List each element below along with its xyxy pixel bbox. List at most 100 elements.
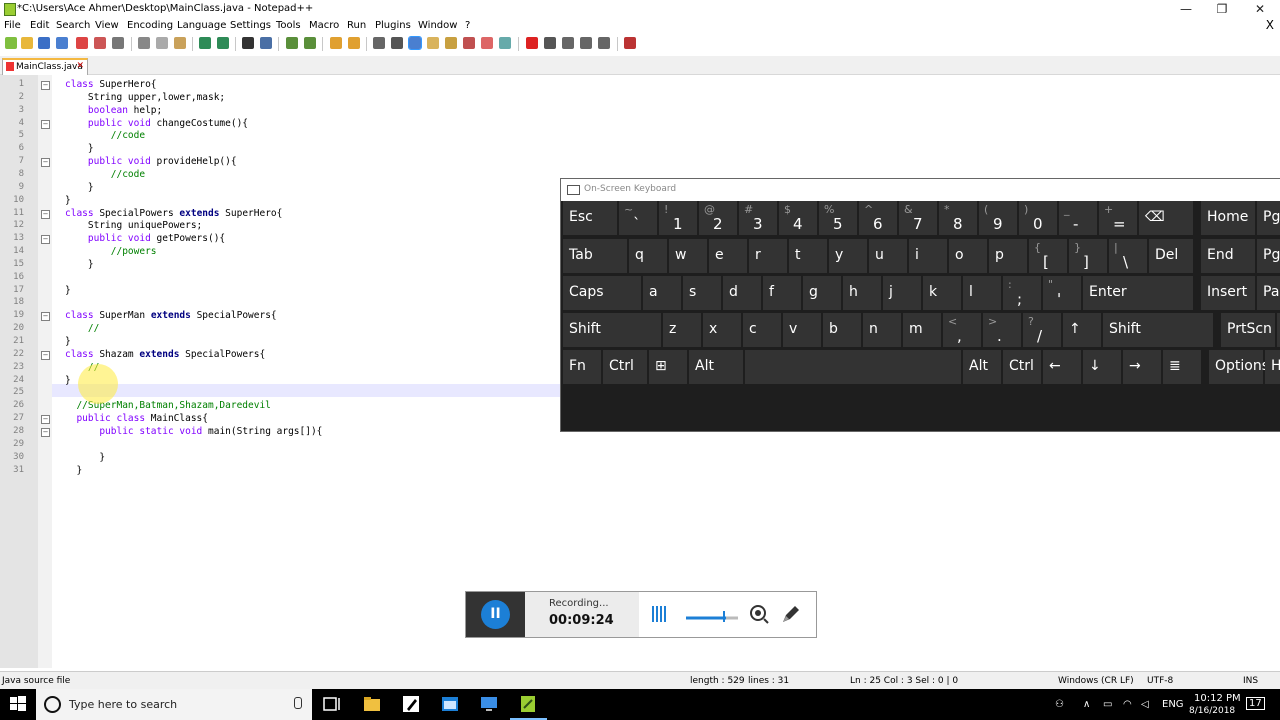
undo-icon[interactable] [199, 37, 211, 49]
key-v[interactable]: v [783, 313, 821, 347]
zoom-out-icon[interactable] [304, 37, 316, 49]
code-line[interactable]: String upper,lower,mask; [65, 92, 225, 103]
key-p[interactable]: p [989, 239, 1027, 273]
language-indicator[interactable]: ENG [1162, 699, 1184, 710]
new-file-icon[interactable] [5, 37, 17, 49]
menu-macro[interactable]: Macro [309, 20, 339, 31]
key-fn[interactable]: Fn [563, 350, 601, 384]
menu-language[interactable]: Language [177, 20, 226, 31]
key-pgdn[interactable]: PgDn [1257, 239, 1280, 273]
key-2[interactable]: @2 [699, 201, 737, 235]
key-end[interactable]: End [1201, 239, 1255, 273]
key-bksp[interactable]: ⌫ [1139, 201, 1193, 235]
key-1[interactable]: ! 1 [659, 201, 697, 235]
key-minus[interactable]: _ - [1059, 201, 1097, 235]
find-icon[interactable] [242, 37, 254, 49]
task-view-icon[interactable] [322, 694, 342, 714]
minimize-button[interactable]: — [1168, 0, 1204, 18]
key-period[interactable]: >. [983, 313, 1021, 347]
key-rbr[interactable]: }] [1069, 239, 1107, 273]
code-line[interactable]: public void provideHelp(){ [65, 156, 237, 167]
line-ending[interactable]: Windows (CR LF) [1058, 676, 1134, 686]
file-explorer-icon[interactable] [362, 694, 382, 714]
key-y[interactable]: y [829, 239, 867, 273]
document-map-icon[interactable] [427, 37, 439, 49]
fold-toggle-icon[interactable]: − [41, 235, 50, 245]
menu-edit[interactable]: Edit [30, 20, 49, 31]
key-j[interactable]: j [883, 276, 921, 310]
tray-chevron-icon[interactable]: ∧ [1083, 699, 1090, 710]
folder-as-workspace-icon[interactable] [463, 37, 475, 49]
key-r[interactable]: r [749, 239, 787, 273]
notepad-plus-plus-taskbar-icon[interactable] [518, 694, 538, 714]
key-bslash[interactable]: | \ [1109, 239, 1147, 273]
menu-encoding[interactable]: Encoding [127, 20, 173, 31]
preview-icon[interactable] [499, 37, 511, 49]
save-macro-icon[interactable] [598, 37, 610, 49]
menu-file[interactable]: File [4, 20, 21, 31]
menu-settings[interactable]: Settings [230, 20, 271, 31]
key-g[interactable]: g [803, 276, 841, 310]
key-lalt[interactable]: Alt [689, 350, 743, 384]
pen-icon[interactable] [780, 603, 802, 625]
key-comma[interactable]: <, [943, 313, 981, 347]
key-ralt[interactable]: Alt [963, 350, 1001, 384]
key-0[interactable]: ) 0 [1019, 201, 1057, 235]
indent-guide-icon[interactable] [408, 36, 422, 50]
playback-macro-icon[interactable] [562, 37, 574, 49]
key-c[interactable]: c [743, 313, 781, 347]
key-a[interactable]: a [643, 276, 681, 310]
volume-icon[interactable]: ◁ [1141, 699, 1149, 710]
microphone-icon[interactable] [294, 697, 302, 709]
key-semi[interactable]: :; [1003, 276, 1041, 310]
wifi-icon[interactable]: ◠ [1123, 699, 1132, 710]
fold-toggle-icon[interactable]: − [41, 158, 50, 168]
key-options[interactable]: Options [1209, 350, 1269, 384]
key-tab[interactable]: Tab [563, 239, 627, 273]
paste-icon[interactable] [174, 37, 186, 49]
fold-toggle-icon[interactable]: − [41, 209, 50, 219]
code-line[interactable]: String uniquePowers; [65, 220, 202, 231]
key-rctrl[interactable]: Ctrl [1003, 350, 1041, 384]
word-wrap-icon[interactable] [373, 37, 385, 49]
key-rshift[interactable]: Shift [1103, 313, 1213, 347]
key-del[interactable]: Del [1149, 239, 1193, 273]
code-line[interactable]: class SuperMan extends SpecialPowers{ [65, 310, 277, 321]
key-9[interactable]: (9 [979, 201, 1017, 235]
key-8[interactable]: * 8 [939, 201, 977, 235]
audio-level-icon[interactable] [651, 604, 667, 624]
code-line[interactable]: } [65, 285, 71, 296]
record-macro-icon[interactable] [526, 37, 538, 49]
webcam-icon[interactable] [748, 603, 770, 625]
menu-run[interactable]: Run [347, 20, 366, 31]
tab-close-icon[interactable]: ✕ [76, 61, 84, 71]
fold-toggle-icon[interactable]: − [41, 312, 50, 322]
key-right[interactable]: → [1123, 350, 1161, 384]
code-line[interactable]: //code [65, 169, 145, 180]
key-6[interactable]: ^ 6 [859, 201, 897, 235]
key-win[interactable]: ⊞ [649, 350, 687, 384]
pause-button[interactable]: II [481, 600, 510, 629]
code-line[interactable]: //code [65, 130, 145, 141]
show-all-characters-icon[interactable] [391, 37, 403, 49]
code-line[interactable]: class Shazam extends SpecialPowers{ [65, 349, 265, 360]
key-help[interactable]: Help [1265, 350, 1280, 384]
code-line[interactable]: } [65, 465, 82, 476]
save-icon[interactable] [38, 37, 50, 49]
insert-mode[interactable]: INS [1243, 676, 1258, 686]
redo-icon[interactable] [217, 37, 229, 49]
taskbar-search[interactable]: Type here to search [36, 689, 312, 720]
key-quote[interactable]: " ' [1043, 276, 1081, 310]
key-lshift[interactable]: Shift [563, 313, 661, 347]
key-lbr[interactable]: {[ [1029, 239, 1067, 273]
code-line[interactable]: } [65, 375, 71, 386]
menu-search[interactable]: Search [56, 20, 90, 31]
print-icon[interactable] [112, 37, 124, 49]
zoom-in-icon[interactable] [286, 37, 298, 49]
notification-icon[interactable]: 17 [1246, 697, 1265, 710]
key-f[interactable]: f [763, 276, 801, 310]
key-3[interactable]: #3 [739, 201, 777, 235]
code-line[interactable]: } [65, 195, 71, 206]
code-line[interactable]: boolean help; [65, 105, 162, 116]
key-equals[interactable]: + = [1099, 201, 1137, 235]
